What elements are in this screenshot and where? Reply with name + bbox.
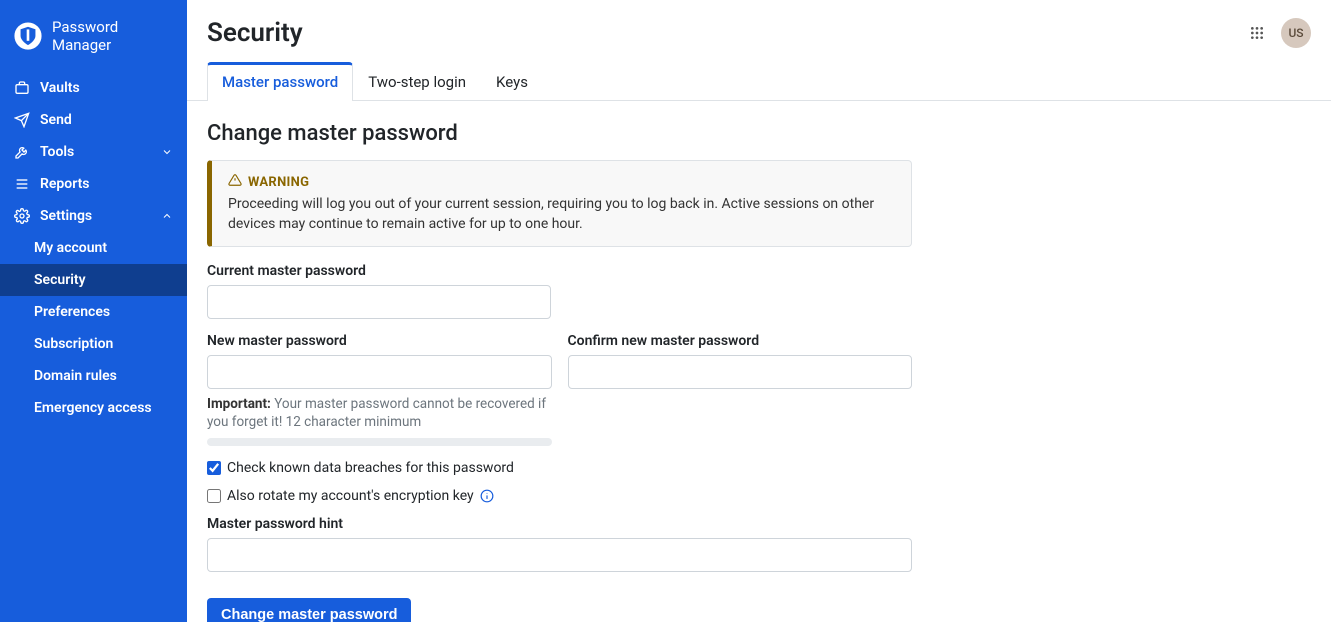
avatar[interactable]: US (1281, 18, 1311, 48)
briefcase-icon (14, 80, 30, 96)
sidebar-item-tools[interactable]: Tools (0, 136, 187, 168)
paper-plane-icon (14, 112, 30, 128)
sidebar-item-label: Send (40, 112, 72, 128)
current-password-label: Current master password (207, 263, 551, 279)
warning-callout: WARNING Proceeding will log you out of y… (207, 160, 912, 247)
chevron-up-icon (161, 210, 173, 222)
main-content: US Security Master password Two-step log… (187, 0, 1331, 622)
change-password-button[interactable]: Change master password (207, 598, 411, 622)
sidebar-item-label: Vaults (40, 80, 80, 96)
sidebar-subitem-security[interactable]: Security (0, 264, 187, 296)
tab-label: Two-step login (368, 73, 466, 91)
sidebar-item-label: Emergency access (34, 400, 152, 416)
sidebar-item-label: Preferences (34, 304, 110, 320)
wrench-icon (14, 144, 30, 160)
current-password-input[interactable] (207, 285, 551, 319)
shield-logo-icon (14, 22, 42, 50)
sidebar-subitem-domain-rules[interactable]: Domain rules (0, 360, 187, 392)
sidebar-subitem-my-account[interactable]: My account (0, 232, 187, 264)
tab-two-step-login[interactable]: Two-step login (353, 62, 481, 101)
sidebar-item-reports[interactable]: Reports (0, 168, 187, 200)
sidebar-item-label: Security (34, 272, 86, 288)
rotate-key-label: Also rotate my account's encryption key (227, 488, 474, 504)
tabs: Master password Two-step login Keys (187, 62, 1331, 101)
confirm-password-label: Confirm new master password (568, 333, 913, 349)
new-password-label: New master password (207, 333, 552, 349)
sidebar-subitem-subscription[interactable]: Subscription (0, 328, 187, 360)
rotate-key-checkbox[interactable] (207, 489, 221, 503)
apps-grid-icon[interactable] (1249, 25, 1265, 41)
sidebar-item-label: Subscription (34, 336, 113, 352)
tab-master-password[interactable]: Master password (207, 62, 353, 101)
sidebar: Password Manager Vaults Send Tools Repor… (0, 0, 187, 622)
sidebar-item-label: Reports (40, 176, 90, 192)
sidebar-item-send[interactable]: Send (0, 104, 187, 136)
sidebar-item-label: My account (34, 240, 107, 256)
sidebar-subitem-emergency-access[interactable]: Emergency access (0, 392, 187, 424)
tab-keys[interactable]: Keys (481, 62, 543, 101)
tab-label: Keys (496, 73, 528, 91)
button-label: Change master password (221, 607, 397, 622)
hint-input[interactable] (207, 538, 912, 572)
confirm-password-input[interactable] (568, 355, 913, 389)
warning-body: Proceeding will log you out of your curr… (228, 195, 895, 234)
avatar-initials: US (1288, 26, 1303, 40)
sidebar-item-label: Tools (40, 144, 74, 160)
warning-triangle-icon (228, 173, 242, 191)
sidebar-item-settings[interactable]: Settings (0, 200, 187, 232)
info-circle-icon[interactable] (480, 489, 494, 503)
new-password-helper: Important: Your master password cannot b… (207, 395, 552, 431)
page-title: Security (207, 18, 1311, 48)
list-icon (14, 176, 30, 192)
gear-icon (14, 208, 30, 224)
sidebar-item-label: Settings (40, 208, 92, 224)
tab-label: Master password (222, 73, 338, 91)
brand: Password Manager (0, 0, 187, 72)
warning-label: WARNING (248, 175, 309, 190)
new-password-input[interactable] (207, 355, 552, 389)
brand-name: Password Manager (52, 18, 173, 54)
hint-label: Master password hint (207, 516, 912, 532)
sidebar-subitem-preferences[interactable]: Preferences (0, 296, 187, 328)
section-title: Change master password (207, 121, 1311, 146)
helper-strong: Important: (207, 396, 271, 412)
check-breach-label: Check known data breaches for this passw… (227, 460, 514, 476)
password-strength-meter (207, 438, 552, 446)
sidebar-item-vaults[interactable]: Vaults (0, 72, 187, 104)
check-breach-checkbox[interactable] (207, 461, 221, 475)
chevron-down-icon (161, 146, 173, 158)
sidebar-item-label: Domain rules (34, 368, 117, 384)
